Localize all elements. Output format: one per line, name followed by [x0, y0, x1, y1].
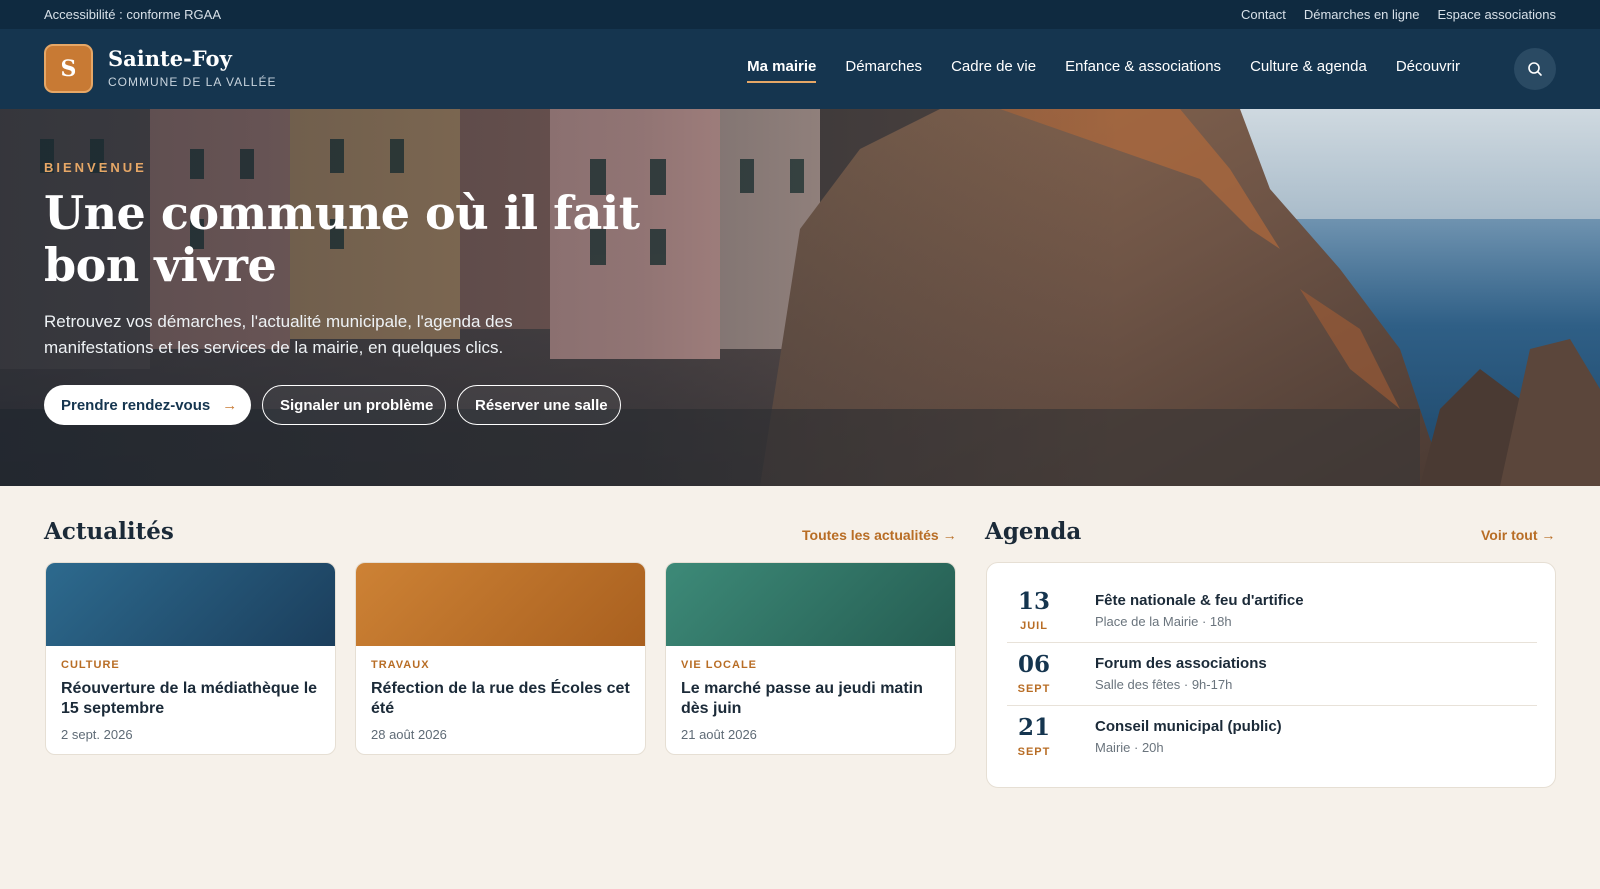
accessibility-note: Accessibilité : conforme RGAA	[44, 7, 222, 22]
event-meta: Mairie · 20h	[1095, 740, 1164, 755]
event-title: Forum des associations	[1095, 655, 1267, 672]
news-card-title: Le marché passe au jeudi matin dès juin	[681, 680, 923, 717]
hero-title: Une commune où il fait bon vivre	[44, 186, 640, 292]
news-card-title: Réfection de la rue des Écoles cet été	[371, 680, 630, 717]
nav-decouvrir[interactable]: Découvrir	[1396, 58, 1460, 83]
event-month: SEPT	[1017, 683, 1051, 695]
hero-banner: BIENVENUE Une commune où il fait bon viv…	[0, 109, 1600, 486]
agenda-event[interactable]: 21 SEPT Conseil municipal (public) Mairi…	[1007, 706, 1537, 769]
agenda-see-all-link[interactable]: Voir tout →	[1481, 527, 1555, 543]
news-card[interactable]: TRAVAUX Réfection de la rue des Écoles c…	[355, 562, 646, 755]
utility-link-associations[interactable]: Espace associations	[1437, 7, 1556, 22]
news-card-date: 21 août 2026	[681, 727, 757, 742]
event-title: Fête nationale & feu d'artifice	[1095, 592, 1304, 609]
search-button[interactable]	[1514, 48, 1556, 90]
event-meta: Place de la Mairie · 18h	[1095, 614, 1232, 629]
nav-enfance-associations[interactable]: Enfance & associations	[1065, 58, 1221, 83]
event-title: Conseil municipal (public)	[1095, 718, 1282, 735]
news-card-image	[666, 563, 955, 646]
report-problem-button[interactable]: Signaler un problème	[262, 385, 446, 425]
agenda-event[interactable]: 13 JUIL Fête nationale & feu d'artifice …	[1007, 580, 1537, 643]
news-card-date: 28 août 2026	[371, 727, 447, 742]
site-header: S Sainte-Foy COMMUNE DE LA VALLÉE Ma mai…	[0, 29, 1600, 109]
book-appointment-button[interactable]: Prendre rendez-vous →	[44, 385, 251, 425]
book-appointment-label: Prendre rendez-vous	[61, 396, 211, 414]
event-day: 13	[1017, 588, 1050, 615]
event-day: 21	[1017, 714, 1050, 741]
nav-cadre-de-vie[interactable]: Cadre de vie	[951, 58, 1036, 83]
agenda-list: 13 JUIL Fête nationale & feu d'artifice …	[986, 562, 1556, 788]
utility-bar: Accessibilité : conforme RGAA Contact Dé…	[0, 0, 1600, 29]
hero-overlay	[0, 109, 1600, 486]
report-problem-label: Signaler un problème	[280, 396, 434, 414]
news-card-date: 2 sept. 2026	[61, 727, 133, 742]
nav-ma-mairie[interactable]: Ma mairie	[747, 58, 817, 83]
utility-link-demarches[interactable]: Démarches en ligne	[1304, 7, 1420, 22]
news-card-category: VIE LOCALE	[681, 659, 758, 671]
news-card-image	[356, 563, 645, 646]
event-month: JUIL	[1020, 620, 1048, 632]
book-room-label: Réserver une salle	[475, 396, 608, 414]
agenda-section-title: Agenda	[985, 518, 1082, 545]
news-card-category: CULTURE	[61, 659, 120, 671]
hero-eyebrow: BIENVENUE	[44, 160, 147, 175]
book-room-button[interactable]: Réserver une salle	[457, 385, 621, 425]
hero-description: Retrouvez vos démarches, l'actualité mun…	[44, 312, 513, 357]
site-subtitle: COMMUNE DE LA VALLÉE	[108, 75, 277, 89]
site-name[interactable]: Sainte-Foy	[108, 46, 232, 71]
main-nav: Ma mairie Démarches Cadre de vie Enfance…	[747, 58, 1460, 83]
search-icon	[1528, 62, 1542, 76]
agenda-event[interactable]: 06 SEPT Forum des associations Salle des…	[1007, 643, 1537, 706]
all-news-link[interactable]: Toutes les actualités →	[802, 527, 957, 543]
nav-demarches[interactable]: Démarches	[845, 58, 922, 83]
utility-link-contact[interactable]: Contact	[1241, 7, 1286, 22]
news-section-title: Actualités	[44, 518, 174, 545]
news-card[interactable]: VIE LOCALE Le marché passe au jeudi mati…	[665, 562, 956, 755]
news-card-image	[46, 563, 335, 646]
logo[interactable]: S	[44, 44, 93, 93]
arrow-right-icon: →	[222, 396, 238, 414]
news-card[interactable]: CULTURE Réouverture de la médiathèque le…	[45, 562, 336, 755]
news-card-category: TRAVAUX	[371, 659, 430, 671]
event-day: 06	[1017, 651, 1050, 678]
event-month: SEPT	[1017, 746, 1051, 758]
event-meta: Salle des fêtes · 9h-17h	[1095, 677, 1233, 692]
nav-culture-agenda[interactable]: Culture & agenda	[1250, 58, 1367, 83]
utility-links: Contact Démarches en ligne Espace associ…	[1241, 7, 1556, 22]
news-card-title: Réouverture de la médiathèque le 15 sept…	[61, 680, 318, 717]
